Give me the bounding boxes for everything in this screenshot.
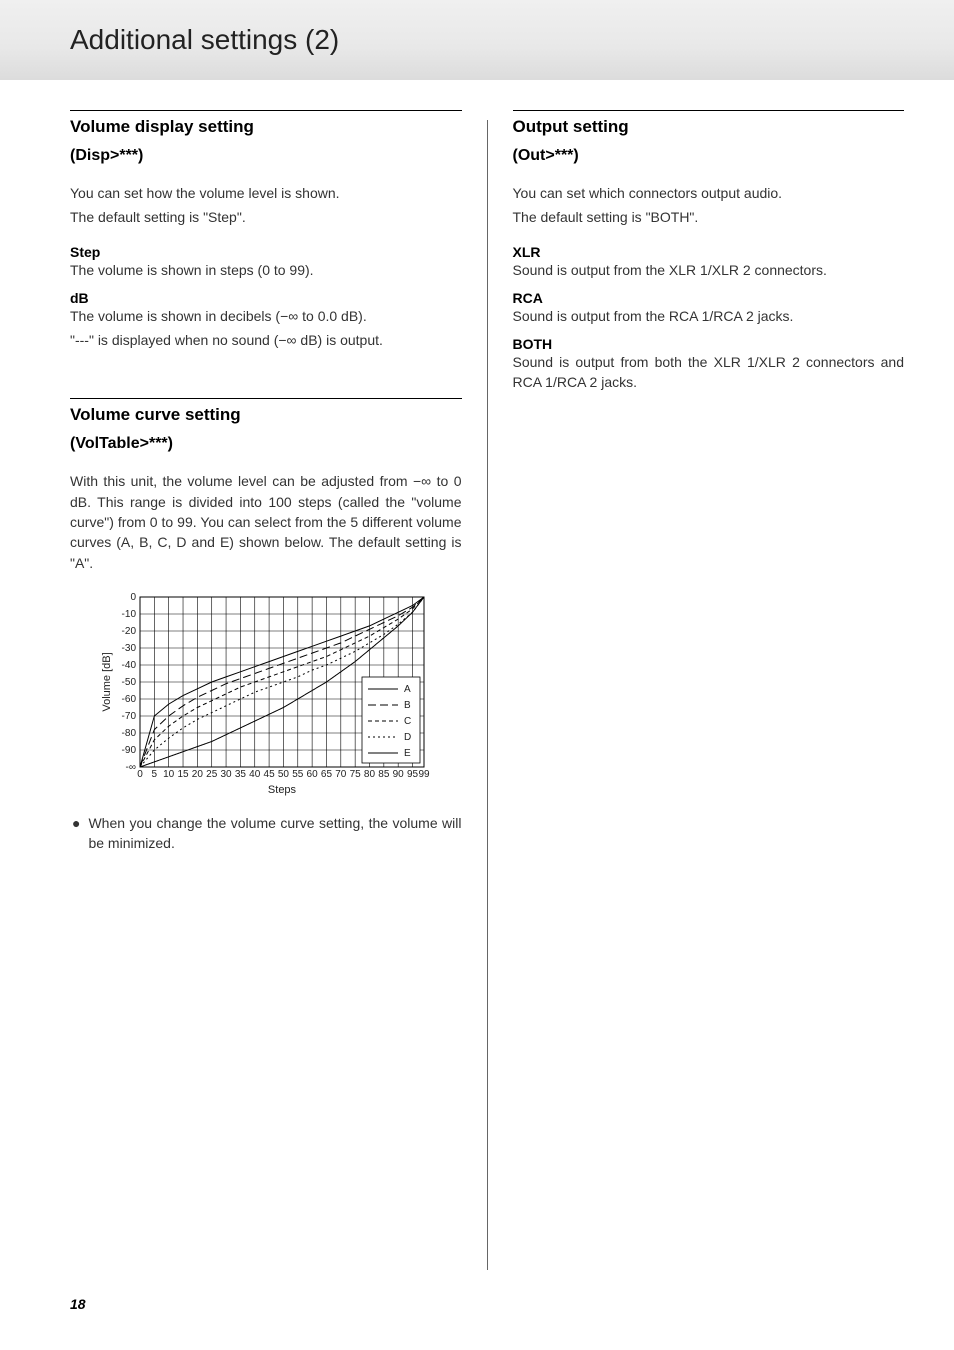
page-number: 18 (70, 1296, 86, 1312)
svg-text:20: 20 (192, 769, 204, 780)
svg-text:-90: -90 (122, 745, 137, 756)
svg-text:Steps: Steps (268, 784, 297, 796)
section-sub-voltable: (VolTable>***) (70, 435, 462, 453)
option-title-rca: RCA (513, 290, 905, 306)
bullet-dot-icon: ● (70, 813, 80, 854)
option-desc: The volume is shown in steps (0 to 99). (70, 260, 462, 280)
section-title-output: Output setting (513, 117, 905, 137)
paragraph: With this unit, the volume level can be … (70, 471, 462, 572)
section-rule (70, 110, 462, 111)
option-title-xlr: XLR (513, 244, 905, 260)
paragraph: You can set how the volume level is show… (70, 183, 462, 203)
svg-text:-30: -30 (122, 643, 137, 654)
paragraph: The default setting is "BOTH". (513, 207, 905, 227)
svg-text:-∞: -∞ (126, 762, 136, 773)
volume-curve-chart: 0510152025303540455055606570758085909599… (100, 589, 430, 799)
svg-text:30: 30 (220, 769, 232, 780)
note-text: When you change the volume curve setting… (88, 813, 461, 854)
svg-text:E: E (404, 748, 411, 759)
svg-text:10: 10 (163, 769, 175, 780)
note-bullet: ● When you change the volume curve setti… (70, 813, 462, 854)
svg-text:Volume [dB]: Volume [dB] (101, 652, 113, 711)
left-column: Volume display setting (Disp>***) You ca… (70, 110, 487, 1270)
svg-text:95: 95 (407, 769, 419, 780)
svg-text:B: B (404, 700, 411, 711)
section-sub-disp: (Disp>***) (70, 147, 462, 165)
svg-text:-80: -80 (122, 728, 137, 739)
svg-text:-10: -10 (122, 609, 137, 620)
svg-text:-20: -20 (122, 626, 137, 637)
svg-text:90: 90 (393, 769, 405, 780)
option-desc: Sound is output from both the XLR 1/XLR … (513, 352, 905, 393)
section-title-volume-display: Volume display setting (70, 117, 462, 137)
svg-text:D: D (404, 732, 411, 743)
option-desc: The volume is shown in decibels (−∞ to 0… (70, 306, 462, 326)
svg-text:50: 50 (278, 769, 290, 780)
page-title: Additional settings (2) (70, 24, 339, 56)
option-title-both: BOTH (513, 336, 905, 352)
svg-text:35: 35 (235, 769, 247, 780)
svg-text:65: 65 (321, 769, 333, 780)
svg-text:15: 15 (177, 769, 189, 780)
svg-text:45: 45 (264, 769, 276, 780)
svg-text:80: 80 (364, 769, 376, 780)
section-rule (70, 398, 462, 399)
svg-text:A: A (404, 684, 411, 695)
option-desc: Sound is output from the XLR 1/XLR 2 con… (513, 260, 905, 280)
svg-text:-40: -40 (122, 660, 137, 671)
svg-text:-60: -60 (122, 694, 137, 705)
svg-text:40: 40 (249, 769, 261, 780)
svg-text:-70: -70 (122, 711, 137, 722)
svg-text:25: 25 (206, 769, 218, 780)
svg-text:C: C (404, 716, 411, 727)
option-title-step: Step (70, 244, 462, 260)
svg-text:0: 0 (137, 769, 143, 780)
content-columns: Volume display setting (Disp>***) You ca… (0, 80, 954, 1270)
svg-text:60: 60 (307, 769, 319, 780)
paragraph: You can set which connectors output audi… (513, 183, 905, 203)
section-rule (513, 110, 905, 111)
svg-text:70: 70 (335, 769, 347, 780)
option-desc: Sound is output from the RCA 1/RCA 2 jac… (513, 306, 905, 326)
svg-text:85: 85 (378, 769, 390, 780)
svg-text:5: 5 (152, 769, 158, 780)
paragraph: The default setting is "Step". (70, 207, 462, 227)
svg-text:-50: -50 (122, 677, 137, 688)
page-header: Additional settings (2) (0, 0, 954, 80)
section-title-volume-curve: Volume curve setting (70, 405, 462, 425)
svg-text:0: 0 (130, 592, 136, 603)
section-sub-out: (Out>***) (513, 147, 905, 165)
svg-text:99: 99 (418, 769, 430, 780)
svg-text:75: 75 (350, 769, 362, 780)
right-column: Output setting (Out>***) You can set whi… (488, 110, 905, 1270)
option-title-db: dB (70, 290, 462, 306)
svg-text:55: 55 (292, 769, 304, 780)
option-desc: "---" is displayed when no sound (−∞ dB)… (70, 330, 462, 350)
